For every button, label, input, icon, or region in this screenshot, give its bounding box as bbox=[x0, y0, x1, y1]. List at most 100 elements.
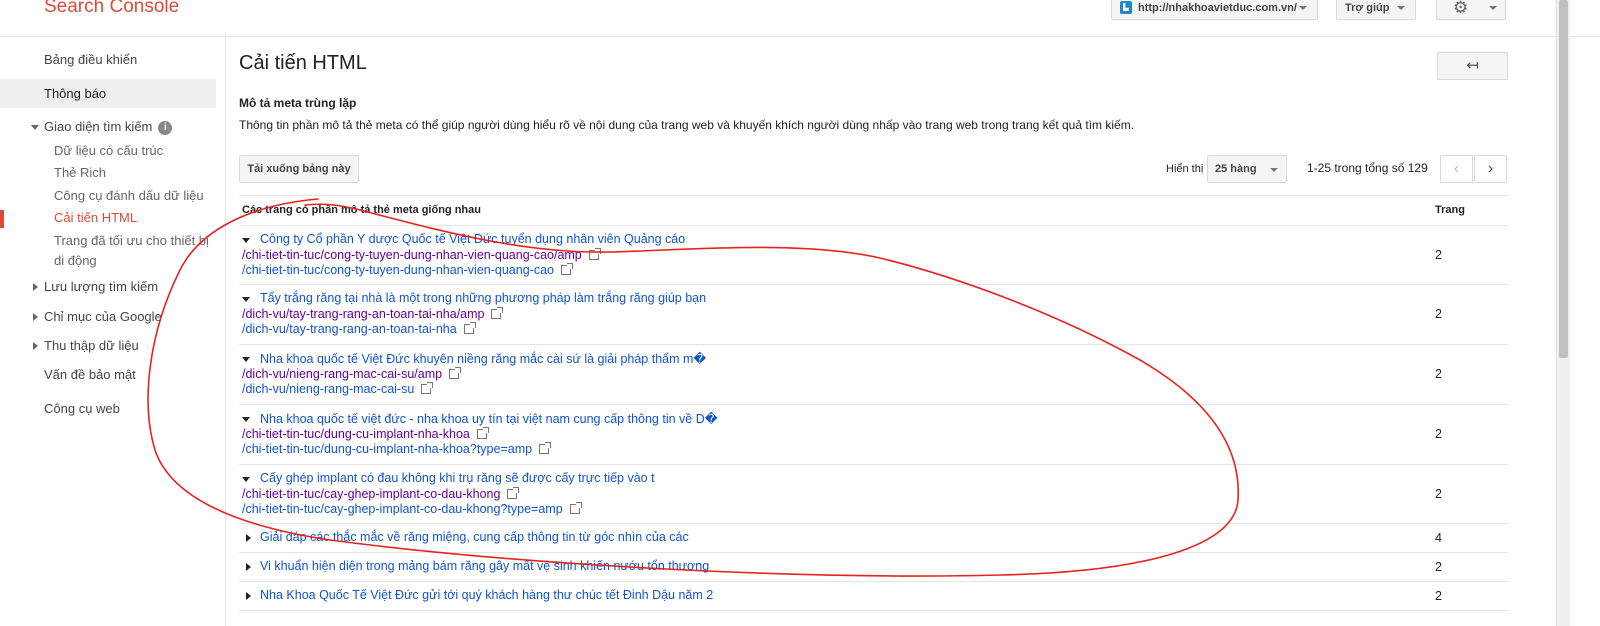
sidebar-item-label: Thu thập dữ liệu bbox=[44, 338, 139, 353]
chevron-down-icon bbox=[1489, 6, 1497, 10]
brand-logo[interactable]: Search Console bbox=[44, 0, 179, 18]
table-row: Nha khoa quốc tế việt đức - nha khoa uy … bbox=[239, 405, 1508, 465]
row-url-link[interactable]: /dich-vu/tay-trang-rang-an-toan-tai-nha bbox=[242, 322, 476, 336]
row-url-link[interactable]: /chi-tiet-tin-tuc/dung-cu-implant-nha-kh… bbox=[242, 427, 489, 441]
sidebar-item-label: Bảng điều khiển bbox=[44, 52, 138, 67]
row-page-count: 2 bbox=[1435, 427, 1442, 441]
sidebar-subitem-structured-data[interactable]: Dữ liệu có cấu trúc bbox=[0, 141, 216, 161]
sidebar-item-web-tools[interactable]: Công cụ web bbox=[0, 394, 216, 423]
table-row: Nha Khoa Quốc Tế Việt Đức gửi tới quý kh… bbox=[239, 582, 1508, 611]
sidebar-item-search-appearance[interactable]: Giao diện tìm kiếm i bbox=[0, 112, 216, 141]
chevron-left-icon: ‹ bbox=[1453, 160, 1460, 177]
row-url-link[interactable]: /dich-vu/nieng-rang-mac-cai-su bbox=[242, 382, 434, 396]
settings-button[interactable]: ⚙ bbox=[1436, 0, 1506, 20]
sidebar-subitem-rich-cards[interactable]: Thẻ Rich bbox=[0, 163, 216, 183]
rows-per-page-select[interactable]: 25 hàng bbox=[1207, 155, 1287, 183]
sidebar-item-label: Lưu lượng tìm kiếm bbox=[44, 279, 159, 294]
top-bar: Search Console http://nhakhoavietduc.com… bbox=[0, 0, 1600, 37]
row-url-link[interactable]: /chi-tiet-tin-tuc/cong-ty-tuyen-dung-nha… bbox=[242, 248, 601, 262]
external-link-icon[interactable] bbox=[539, 442, 552, 454]
row-title-link[interactable]: Công ty Cổ phần Y dược Quốc tế Việt Đức … bbox=[260, 232, 685, 246]
collapse-triangle-icon[interactable] bbox=[242, 238, 250, 243]
row-title-link[interactable]: Cấy ghép implant có đau không khi trụ ră… bbox=[260, 471, 655, 485]
sidebar-subitem-amp[interactable]: Trang đã tối ưu cho thiết bị di động bbox=[0, 231, 216, 271]
show-rows-label: Hiển thị bbox=[1166, 163, 1204, 175]
row-page-count: 4 bbox=[1435, 531, 1442, 545]
help-button[interactable]: Trợ giúp bbox=[1336, 0, 1416, 20]
chevron-right-icon: › bbox=[1487, 160, 1494, 177]
table-row: Tẩy trắng răng tại nhà là một trong nhữn… bbox=[239, 285, 1508, 345]
row-url-link[interactable]: /dich-vu/tay-trang-rang-an-toan-tai-nha/… bbox=[242, 307, 504, 321]
row-page-count: 2 bbox=[1435, 589, 1442, 603]
row-page-count: 2 bbox=[1435, 248, 1442, 262]
info-icon[interactable]: i bbox=[158, 120, 173, 135]
external-link-icon[interactable] bbox=[569, 502, 582, 514]
expand-triangle-icon[interactable] bbox=[246, 592, 251, 600]
row-url-link[interactable]: /dich-vu/nieng-rang-mac-cai-su/amp bbox=[242, 367, 462, 381]
expand-triangle-icon bbox=[33, 342, 38, 350]
table-row: Giải đáp các thắc mắc về răng miệng, cun… bbox=[239, 524, 1508, 553]
collapse-triangle-icon[interactable] bbox=[242, 357, 250, 362]
collapse-triangle-icon[interactable] bbox=[242, 477, 250, 482]
page-scrollbar[interactable] bbox=[1556, 0, 1570, 626]
help-label: Trợ giúp bbox=[1345, 2, 1390, 14]
external-link-icon[interactable] bbox=[560, 263, 573, 275]
site-selector[interactable]: http://nhakhoavietduc.com.vn/ bbox=[1111, 0, 1318, 20]
chevron-down-icon bbox=[1397, 6, 1405, 10]
column-header-pages[interactable]: Các trang có phần mô tả thẻ meta giống n… bbox=[242, 204, 481, 216]
row-title-link[interactable]: Tẩy trắng răng tại nhà là một trong nhữn… bbox=[260, 291, 706, 305]
chevron-down-icon bbox=[1270, 168, 1278, 172]
row-title-link[interactable]: Nha khoa quốc tế Việt Đức khuyên niềng r… bbox=[260, 351, 706, 366]
row-title-link[interactable]: Nha khoa quốc tế việt đức - nha khoa uy … bbox=[260, 411, 718, 426]
table-row: Vi khuẩn hiện diện trong mảng bám răng g… bbox=[239, 553, 1508, 582]
sidebar-item-security-issues[interactable]: Vấn đề bảo mật bbox=[0, 360, 216, 389]
back-button[interactable]: ↤ bbox=[1437, 52, 1508, 80]
row-page-count: 2 bbox=[1435, 367, 1442, 381]
next-page-button[interactable]: › bbox=[1474, 155, 1507, 183]
sidebar-item-label: Chỉ mục của Google bbox=[44, 309, 162, 324]
expand-triangle-icon bbox=[33, 283, 38, 291]
row-page-count: 2 bbox=[1435, 560, 1442, 574]
sidebar-item-label: Giao diện tìm kiếm bbox=[44, 119, 153, 134]
row-url-link[interactable]: /chi-tiet-tin-tuc/dung-cu-implant-nha-kh… bbox=[242, 442, 552, 456]
row-url-link[interactable]: /chi-tiet-tin-tuc/cay-ghep-implant-co-da… bbox=[242, 487, 520, 501]
site-url: http://nhakhoavietduc.com.vn/ bbox=[1138, 2, 1297, 14]
gear-icon: ⚙ bbox=[1453, 0, 1469, 17]
sidebar-item-label: Vấn đề bảo mật bbox=[44, 367, 136, 382]
scrollbar-thumb[interactable] bbox=[1559, 0, 1568, 358]
pagination-range: 1-25 trong tổng số 129 bbox=[1307, 161, 1428, 175]
previous-page-button[interactable]: ‹ bbox=[1440, 155, 1473, 183]
expand-triangle-icon[interactable] bbox=[246, 563, 251, 571]
sidebar-item-google-index[interactable]: Chỉ mục của Google bbox=[0, 302, 216, 331]
external-link-icon[interactable] bbox=[421, 382, 434, 394]
collapse-triangle-icon[interactable] bbox=[242, 417, 250, 422]
row-title-link[interactable]: Giải đáp các thắc mắc về răng miệng, cun… bbox=[260, 530, 689, 544]
sidebar-item-search-traffic[interactable]: Lưu lượng tìm kiếm bbox=[0, 272, 216, 301]
external-link-icon[interactable] bbox=[507, 487, 520, 499]
sidebar-subitem-data-highlighter[interactable]: Công cụ đánh dấu dữ liệu bbox=[0, 186, 216, 206]
section-title: Mô tả meta trùng lặp bbox=[239, 96, 357, 110]
row-url-link[interactable]: /chi-tiet-tin-tuc/cong-ty-tuyen-dung-nha… bbox=[242, 263, 573, 277]
external-link-icon[interactable] bbox=[463, 322, 476, 334]
row-url-link[interactable]: /chi-tiet-tin-tuc/cay-ghep-implant-co-da… bbox=[242, 502, 582, 516]
row-title-link[interactable]: Vi khuẩn hiện diện trong mảng bám răng g… bbox=[260, 559, 709, 573]
sidebar-item-dashboard[interactable]: Bảng điều khiển bbox=[0, 45, 216, 74]
sidebar-subitem-html-improvements[interactable]: Cải tiến HTML bbox=[0, 208, 216, 228]
external-link-icon[interactable] bbox=[588, 248, 601, 260]
column-header-count[interactable]: Trang bbox=[1435, 204, 1465, 216]
sidebar-item-messages[interactable]: Thông báo bbox=[0, 79, 216, 108]
row-page-count: 2 bbox=[1435, 487, 1442, 501]
row-page-count: 2 bbox=[1435, 307, 1442, 321]
external-link-icon[interactable] bbox=[491, 307, 504, 319]
expand-triangle-icon bbox=[31, 125, 39, 130]
collapse-triangle-icon[interactable] bbox=[242, 297, 250, 302]
chevron-down-icon bbox=[1299, 6, 1307, 10]
sidebar-item-label: Công cụ web bbox=[44, 401, 120, 416]
sidebar-item-crawl[interactable]: Thu thập dữ liệu bbox=[0, 331, 216, 360]
download-table-button[interactable]: Tải xuống bảng này bbox=[239, 155, 359, 183]
row-title-link[interactable]: Nha Khoa Quốc Tế Việt Đức gửi tới quý kh… bbox=[260, 588, 713, 602]
external-link-icon[interactable] bbox=[476, 427, 489, 439]
external-link-icon[interactable] bbox=[449, 367, 462, 379]
expand-triangle-icon[interactable] bbox=[246, 534, 251, 542]
back-arrow-icon: ↤ bbox=[1466, 57, 1479, 74]
